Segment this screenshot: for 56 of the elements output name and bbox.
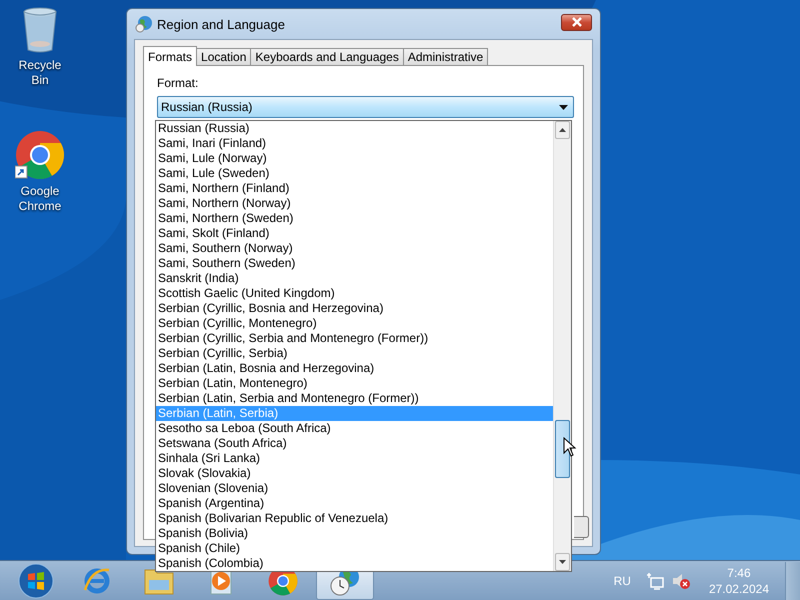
list-item[interactable]: Sinhala (Sri Lanka) [156,451,553,466]
list-item[interactable]: Sami, Southern (Norway) [156,241,553,256]
list-item[interactable]: Serbian (Cyrillic, Serbia and Montenegro (Former)) [156,331,553,346]
close-button[interactable] [561,14,592,30]
scroll-up-button[interactable] [555,121,570,139]
list-item[interactable]: Serbian (Latin, Bosnia and Herzegovina) [156,361,553,376]
list-item[interactable]: Russian (Russia) [156,121,553,136]
format-label: Format: [157,76,200,90]
window-title: Region and Language [157,16,286,32]
list-item[interactable]: Sami, Inari (Finland) [156,136,553,151]
list-item[interactable]: Serbian (Cyrillic, Serbia) [156,346,553,361]
list-item[interactable]: Sami, Northern (Sweden) [156,211,553,226]
list-item[interactable]: Sami, Northern (Norway) [156,196,553,211]
muted-speaker-icon[interactable] [670,572,691,590]
start-button[interactable] [16,560,56,600]
list-item[interactable]: Spanish (Argentina) [156,496,553,511]
tab[interactable]: Formats [143,46,198,66]
list-item[interactable]: Spanish (Colombia) [156,556,553,571]
list-item[interactable]: Sanskrit (India) [156,271,553,286]
clock-date: 27.02.2024 [708,580,769,596]
scrollbar[interactable] [553,121,571,571]
tab[interactable]: Keyboards and Languages [250,48,404,65]
list-item[interactable]: Sami, Southern (Sweden) [156,256,553,271]
chrome-icon[interactable] [15,130,65,180]
list-item[interactable]: Slovak (Slovakia) [156,466,553,481]
close-icon [570,17,582,27]
clock-time: 7:46 [727,564,751,580]
list-item[interactable]: Sami, Lule (Sweden) [156,166,553,181]
format-dropdown[interactable]: Russian (Russia) [157,96,574,118]
list-item[interactable]: Serbian (Cyrillic, Montenegro) [156,316,553,331]
browser-e-icon [82,566,112,596]
list-item[interactable]: Spanish (Bolivarian Republic of Venezuela) [156,511,553,526]
down-arrow-icon [559,560,566,564]
list-item[interactable]: Slovenian (Slovenia) [156,481,553,496]
list-item[interactable]: Serbian (Latin, Serbia and Montenegro (Former)) [156,391,553,406]
list-item[interactable]: Spanish (Chile) [156,541,553,556]
desktop-icon-label[interactable]: Recycle Bin [10,58,70,88]
tab[interactable]: Location [196,48,252,65]
scroll-down-button[interactable] [555,553,570,571]
globe-icon [135,15,153,33]
list-item[interactable]: Spanish (Bolivia) [156,526,553,541]
list-item[interactable]: Serbian (Cyrillic, Bosnia and Herzegovina) [156,301,553,316]
list-item[interactable]: Setswana (South Africa) [156,436,553,451]
list-item[interactable]: Sami, Northern (Finland) [156,181,553,196]
list-item[interactable]: Scottish Gaelic (United Kingdom) [156,286,553,301]
scroll-thumb[interactable] [555,420,570,478]
dropdown-arrow-icon [559,104,568,110]
windows-logo-icon [18,562,54,598]
list-item[interactable]: Sami, Lule (Norway) [156,151,553,166]
list-item[interactable]: Sesotho sa Leboa (South Africa) [156,421,553,436]
tab[interactable]: Administrative [402,48,488,65]
up-arrow-icon [559,128,566,132]
list-item[interactable]: Sami, Skolt (Finland) [156,226,553,241]
desktop-icon-label[interactable]: Google Chrome [10,184,70,214]
button[interactable] [574,516,589,538]
list-item[interactable]: Serbian (Latin, Montenegro) [156,376,553,391]
